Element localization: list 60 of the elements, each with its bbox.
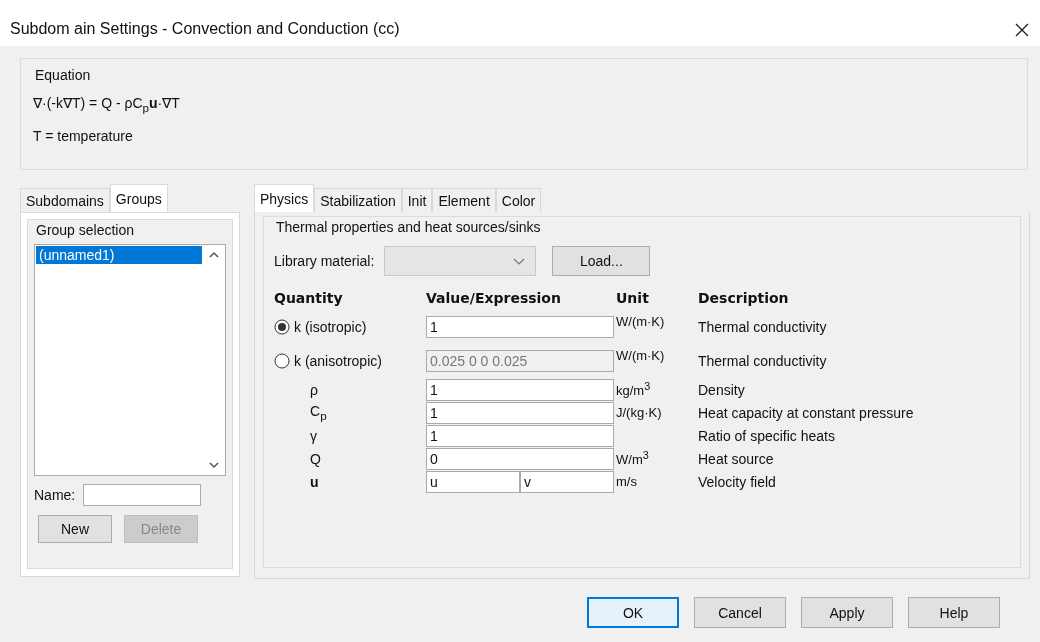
tab[interactable]: Init bbox=[401, 188, 433, 212]
description-label: Heat capacity at constant pressure bbox=[698, 404, 914, 421]
close-icon[interactable] bbox=[1014, 22, 1030, 38]
equation-definition: T = temperature bbox=[33, 127, 134, 144]
dialog-button[interactable]: OK bbox=[587, 597, 679, 628]
unit-label: W/m$^{3}$ bbox=[616, 449, 649, 468]
unit-label: m/s bbox=[616, 474, 637, 489]
quantity-label: k (anisotropic) bbox=[294, 353, 382, 369]
description-label: Velocity field bbox=[698, 473, 776, 490]
value-field[interactable]: 1 bbox=[426, 378, 614, 401]
unit-label: kg/m$^{3}$ bbox=[616, 380, 651, 399]
column-header: Unit bbox=[616, 290, 650, 308]
description-label: Heat source bbox=[698, 450, 774, 467]
name-label: Name: bbox=[34, 487, 76, 503]
equation-text: ∇·(-k∇T) = Q - ρC$_{p}$u·∇T bbox=[33, 95, 181, 114]
group-legend: Group selection bbox=[34, 222, 137, 238]
quantity-symbol: γ bbox=[309, 427, 317, 444]
library-label: Library material: bbox=[274, 253, 375, 269]
dialog-button[interactable]: Apply bbox=[801, 597, 893, 628]
chevron-down-icon bbox=[513, 257, 526, 265]
quantity-symbol: u bbox=[309, 473, 319, 490]
tab[interactable]: Physics bbox=[254, 184, 315, 212]
quantity-symbol: C$_{p}$ bbox=[309, 403, 327, 422]
list-item[interactable]: (unnamed1) bbox=[36, 246, 202, 264]
window-title: Subdom ain Settings - Convection and Conduction (cc) bbox=[10, 20, 400, 38]
scroll-up-icon[interactable] bbox=[209, 251, 219, 258]
group-legend: Equation bbox=[33, 67, 93, 83]
name-field[interactable] bbox=[83, 484, 202, 506]
group-list[interactable]: (unnamed1) bbox=[34, 244, 226, 476]
tab[interactable]: Color bbox=[495, 188, 542, 212]
quantity-label: k (isotropic) bbox=[294, 319, 367, 335]
quantity-symbol: Q bbox=[309, 450, 321, 467]
unit-label: W/(m·K) bbox=[616, 314, 665, 329]
quantity-symbol: ρ bbox=[309, 381, 318, 398]
group-legend: Thermal properties and heat sources/sinks bbox=[274, 219, 543, 235]
description-label: Thermal conductivity bbox=[698, 319, 827, 335]
column-header: Description bbox=[698, 290, 790, 308]
tab[interactable]: Subdomains bbox=[20, 188, 110, 212]
tab[interactable]: Groups bbox=[109, 184, 168, 212]
value-field[interactable]: u bbox=[426, 470, 520, 493]
tab[interactable]: Element bbox=[432, 188, 496, 212]
unit-label: J/(kg·K) bbox=[616, 405, 662, 420]
description-label: Ratio of specific heats bbox=[698, 427, 835, 444]
column-header: Value/Expression bbox=[426, 290, 562, 308]
value-field[interactable]: 1 bbox=[426, 401, 614, 424]
value-field[interactable]: 1 bbox=[426, 316, 614, 338]
dialog-button[interactable]: Cancel bbox=[694, 597, 786, 628]
value-field[interactable]: v bbox=[520, 470, 614, 493]
group-button[interactable]: New bbox=[38, 515, 112, 543]
dialog-button[interactable]: Help bbox=[908, 597, 1000, 628]
description-label: Thermal conductivity bbox=[698, 353, 827, 369]
value-field[interactable]: 1 bbox=[426, 424, 614, 447]
radio-button[interactable] bbox=[274, 319, 290, 335]
description-label: Density bbox=[698, 381, 745, 398]
tab[interactable]: Stabilization bbox=[314, 188, 402, 212]
load-button[interactable]: Load... bbox=[552, 246, 651, 276]
column-header: Quantity bbox=[274, 290, 344, 308]
unit-label: W/(m·K) bbox=[616, 348, 665, 363]
scroll-down-icon[interactable] bbox=[209, 462, 219, 469]
value-field[interactable]: 0 bbox=[426, 447, 614, 470]
